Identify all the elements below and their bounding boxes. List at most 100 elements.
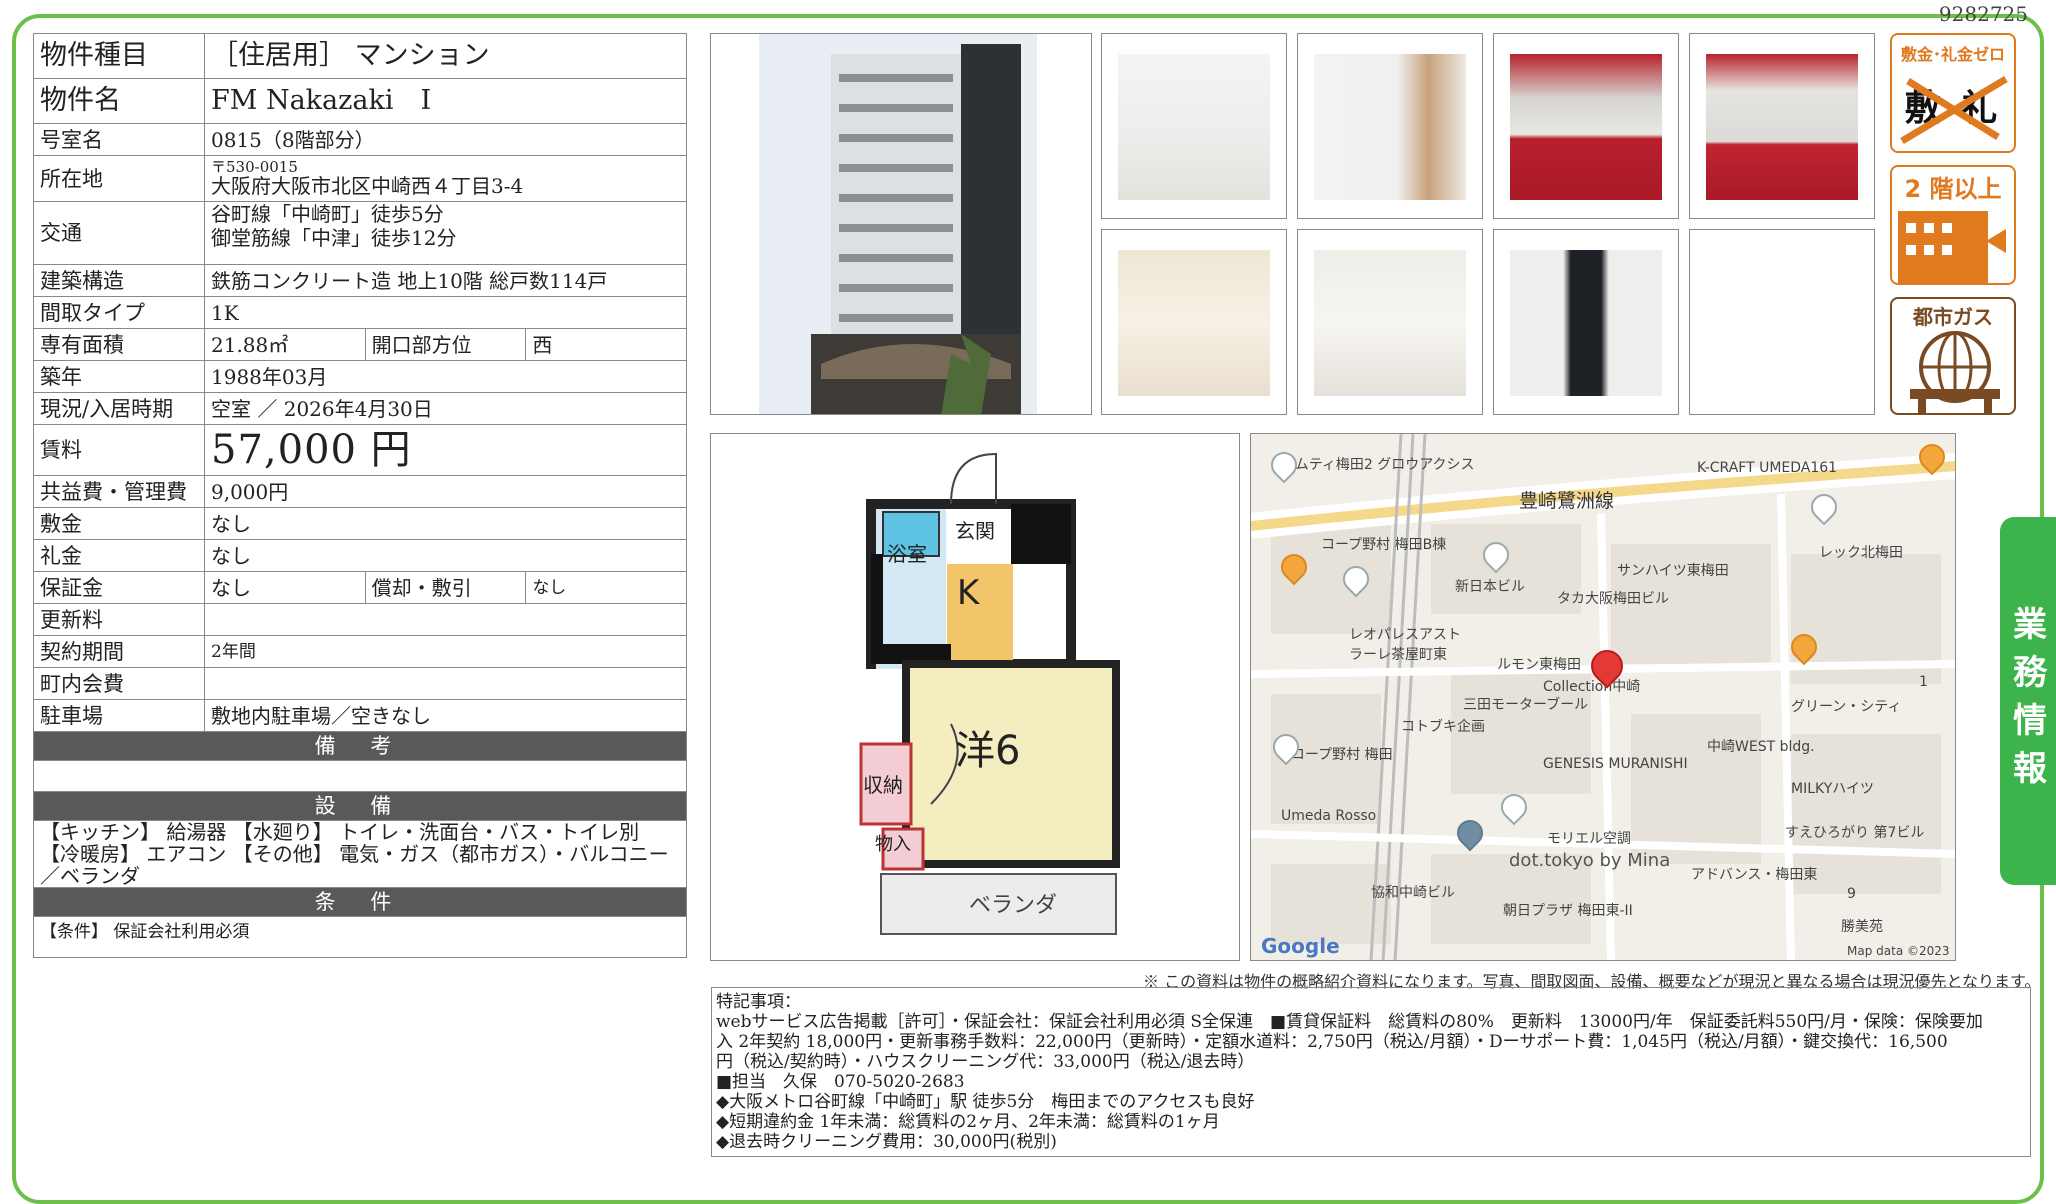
map-label-28: 1 (1919, 674, 1928, 690)
map-label-10: Collection中崎 (1543, 679, 1641, 695)
map-label-23: 協和中崎ビル (1371, 885, 1455, 901)
map-label-4: レック北梅田 (1819, 545, 1903, 561)
city-gas-badge: 都市ガス (1890, 297, 2016, 415)
property-id: 9282725 (1938, 2, 2028, 26)
map-label-18: Umeda Rosso (1281, 808, 1377, 824)
plan-bath-label: 浴室 (887, 542, 927, 566)
access-line-2: 御堂筋線「中津」徒歩12分 (211, 226, 457, 250)
guarantee-value: なし (204, 571, 366, 604)
parking-value: 敷地内駐車場／空きなし (204, 699, 687, 732)
deposit-label: 敷金 (33, 507, 205, 540)
address-cell: 〒530-0015 大阪府大阪市北区中崎西４丁目3-4 (204, 155, 687, 202)
room-value: 0815（8階部分） (204, 123, 687, 156)
layout-value: 1K (204, 296, 687, 329)
rent-value: 57,000 円 (204, 424, 687, 476)
photo-bath (1101, 229, 1287, 415)
remarks-header: 備 考 (33, 731, 687, 761)
equip-body: 【キッチン】 給湯器 【水廻り】 トイレ・洗面台・バス・トイレ別 【冷暖房】 エ… (33, 820, 687, 888)
notes-line-3: 円（税込/契約時）・ハウスクリーニング代：33,000円（税込/退去時） (716, 1052, 1255, 1072)
second-floor-badge: 2 階以上 (1890, 165, 2016, 285)
address-value: 大阪府大阪市北区中崎西４丁目3-4 (211, 173, 524, 198)
map-label-12: コトブキ企画 (1401, 719, 1485, 735)
address-label: 所在地 (33, 155, 205, 202)
map-label-5: 新日本ビル (1455, 579, 1525, 595)
type-label: 物件種目 (33, 33, 205, 79)
map-label-20: すえひろがり 第7ビル (1785, 825, 1925, 841)
map-label-7: タカ大阪梅田ビル (1557, 591, 1669, 607)
layout-label: 間取タイプ (33, 296, 205, 329)
photo-entrance (1493, 229, 1679, 415)
building-icon (1898, 211, 2006, 283)
remarks-body (33, 760, 687, 792)
map-label-15: GENESIS MURANISHI (1543, 756, 1688, 772)
map-label-24: 朝日プラザ 梅田東-II (1503, 903, 1633, 919)
keymoney-label: 礼金 (33, 539, 205, 572)
spec-table: 物件種目 ［住居用］ マンション 物件名 FM Nakazaki Ⅰ 号室名 0… (33, 33, 687, 958)
city-gas-title: 都市ガス (1913, 305, 1993, 329)
plan-storage-label: 収納 (863, 773, 903, 797)
second-floor-title: 2 階以上 (1904, 175, 2002, 203)
built-label: 築年 (33, 360, 205, 393)
map-label-25: 勝美苑 (1841, 919, 1883, 935)
plan-entrance-label: 玄関 (955, 519, 995, 543)
zero-deposit-title: 敷金･礼金ゼロ (1900, 45, 2005, 64)
notes-line-5: ◆大阪メトロ谷町線「中崎町」駅 徒歩5分 梅田までのアクセスも良好 (716, 1092, 1255, 1112)
cond-body: 【条件】 保証会社利用必須 (33, 916, 687, 958)
building-photo (710, 33, 1092, 415)
map-label-22: アドバンス・梅田東 (1691, 867, 1818, 883)
map-label-21: dot.tokyo by Mina (1509, 850, 1671, 871)
photo-empty (1689, 229, 1875, 415)
renewal-value (204, 603, 687, 636)
facing-label: 開口部方位 (364, 328, 527, 361)
photo-living-2 (1297, 33, 1483, 219)
cross-out-icon (1900, 75, 2008, 145)
notes-line-4: ■担当 久保 070-5020-2683 (716, 1072, 965, 1092)
gas-tank-icon (1910, 331, 2000, 415)
rent-label: 賃料 (33, 424, 205, 476)
name-value: FM Nakazaki Ⅰ (204, 78, 687, 124)
room-label: 号室名 (33, 123, 205, 156)
map[interactable]: サムティ梅田2 グロウアクシス K-CRAFT UMEDA161 豊崎鷺洲線 コ… (1250, 433, 1956, 961)
business-info-label: 業務情報 (2013, 605, 2047, 789)
map-label-27: Map data ©2023 (1847, 944, 1950, 958)
notes-line-1: webサービス広告掲載［許可］・保証会社：保証会社利用必須 S全保連 ■賃貸保証… (716, 1012, 1983, 1032)
assoc-value (204, 667, 687, 700)
deposit-value: なし (204, 507, 687, 540)
built-value: 1988年03月 (204, 360, 687, 393)
map-label-17: MILKYハイツ (1791, 781, 1874, 797)
business-info-tab[interactable]: 業務情報 (2000, 517, 2056, 885)
fee-value: 9,000円 (204, 475, 687, 508)
photo-living-1 (1101, 33, 1287, 219)
access-cell: 谷町線「中崎町」徒歩5分 御堂筋線「中津」徒歩12分 (204, 201, 687, 265)
map-label-2: 豊崎鷺洲線 (1519, 490, 1615, 512)
parking-label: 駐車場 (33, 699, 205, 732)
fee-label: 共益費・管理費 (33, 475, 205, 508)
map-label-3: コープ野村 梅田B棟 (1321, 537, 1447, 553)
plan-room-label: 洋6 (955, 728, 1020, 774)
term-value: 2年間 (204, 635, 687, 668)
structure-label: 建築構造 (33, 264, 205, 297)
area-label: 専有面積 (33, 328, 205, 361)
amort-value: なし (525, 571, 687, 604)
map-label-11: 三田モーターブール (1463, 697, 1589, 713)
map-label-8: レオパレスアスト ラーレ茶屋町東 (1349, 627, 1461, 663)
notes-line-6: ◆短期違約金 1年未満：総賃料の2ヶ月、2年未満：総賃料の1ヶ月 (716, 1112, 1220, 1132)
floor-plan: 浴室 玄関 K 洋6 収納 物入 ベランダ (710, 433, 1240, 961)
access-label: 交通 (33, 201, 205, 265)
map-label-14: コープ野村 梅田 (1291, 747, 1393, 763)
map-label-19: モリエル空調 (1547, 831, 1631, 847)
map-label-29: 9 (1847, 886, 1856, 902)
map-label-6: サンハイツ東梅田 (1617, 563, 1729, 579)
structure-value: 鉄筋コンクリート造 地上10階 総戸数114戸 (204, 264, 687, 297)
map-label-9: ルモン東梅田 (1497, 657, 1581, 673)
map-label-0: サムティ梅田2 グロウアクシス (1281, 457, 1475, 473)
status-label: 現況/入居時期 (33, 392, 205, 425)
plan-closet-label: 物入 (875, 834, 911, 855)
notes-line-2: 入 2年契約 18,000円・更新事務手数料：22,000円（更新時）・定額水道… (716, 1032, 1948, 1052)
notes-line-0: 特記事項： (716, 992, 801, 1012)
status-value: 空室 ／ 2026年4月30日 (204, 392, 687, 425)
facing-value: 西 (525, 328, 687, 361)
zero-deposit-badge: 敷金･礼金ゼロ 敷 礼 (1890, 33, 2016, 153)
assoc-label: 町内会費 (33, 667, 205, 700)
keymoney-value: なし (204, 539, 687, 572)
